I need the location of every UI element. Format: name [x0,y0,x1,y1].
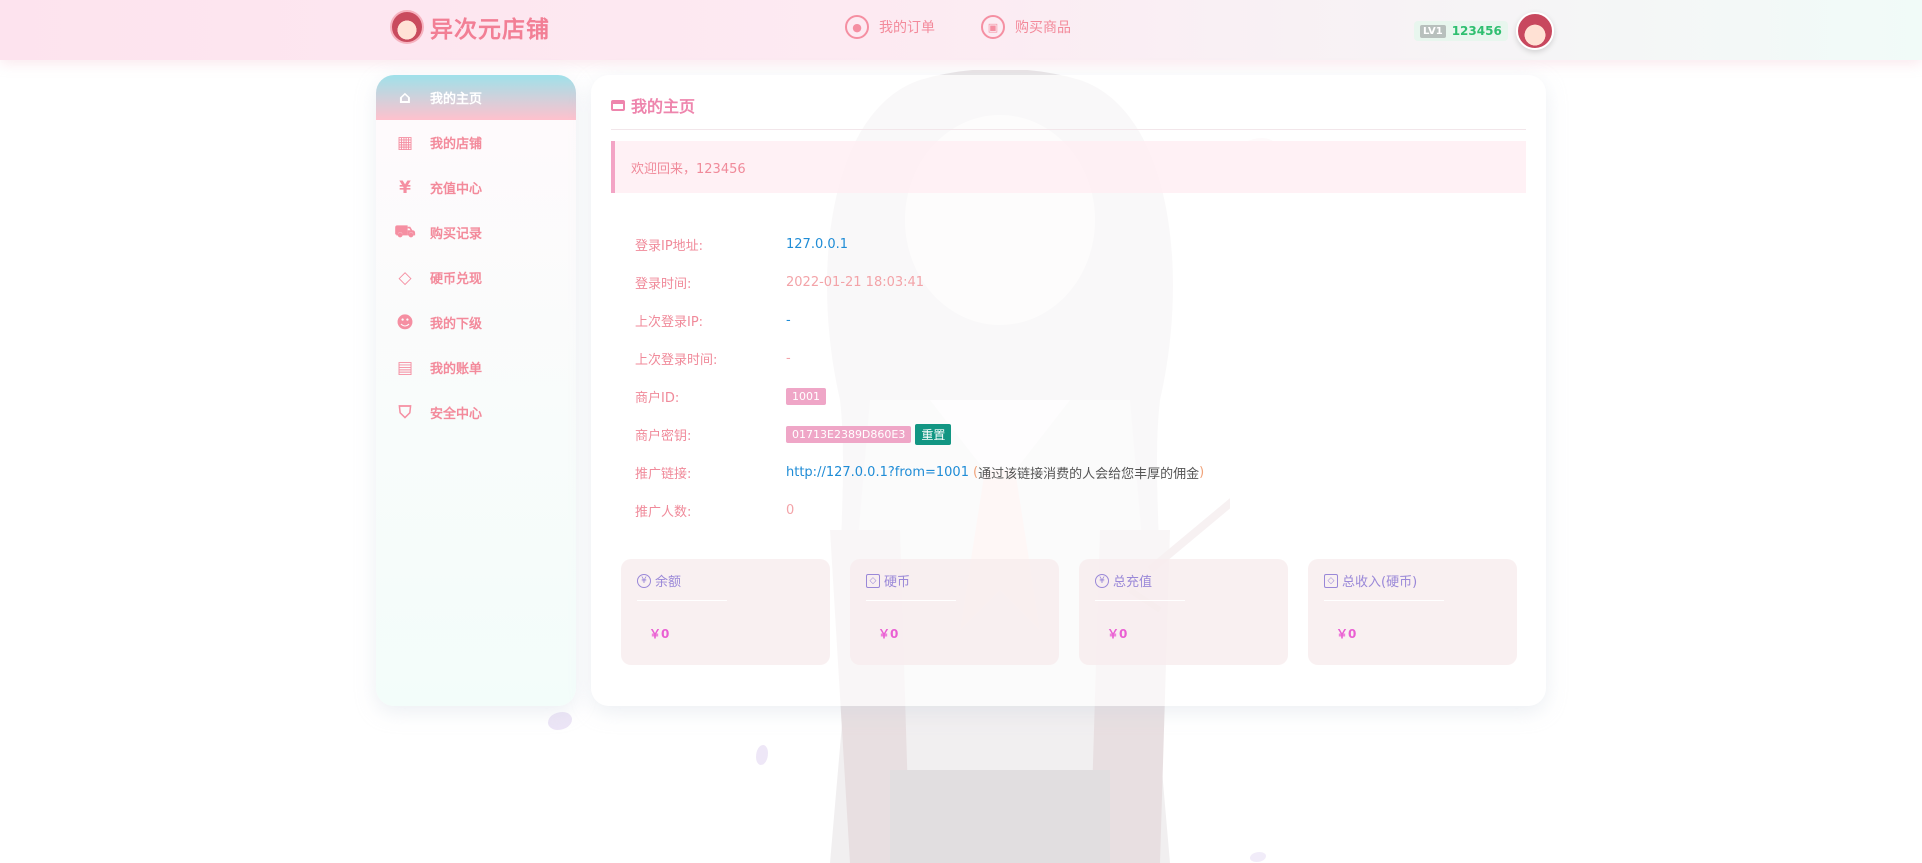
merchant-id-badge: 1001 [786,387,826,405]
info-row-last-ip: 上次登录IP: - [635,301,1204,339]
stat-card-coins: ◇ 硬币 ￥0 [850,559,1059,665]
last-ip-label: 上次登录IP: [635,314,704,330]
user-name: 123456 [1451,24,1502,38]
brand-title: 异次元店铺 [430,17,550,43]
account-info: 登录IP地址: 127.0.0.1 登录时间: 2022-01-21 18:03… [635,225,1204,529]
petal-decoration [756,745,768,765]
user-badge: LV1 123456 [1414,21,1508,41]
info-row-merchant-key: 商户密钥: 01713E2389D860E3 重置 [635,415,1204,453]
login-time-value: 2022-01-21 18:03:41 [786,274,925,290]
user-level-badge: LV1 [1420,24,1446,38]
sidebar-item-label: 我的店铺 [430,137,483,152]
info-row-last-time: 上次登录时间: - [635,339,1204,377]
last-ip-value: - [786,312,791,328]
sidebar-item-subordinates[interactable]: ☻ 我的下级 [376,300,576,345]
info-row-login-time: 登录时间: 2022-01-21 18:03:41 [635,263,1204,301]
shop-icon: ▣ [981,15,1005,39]
nav-buy-goods[interactable]: ▣ 购买商品 [981,15,1071,39]
sidebar-item-bills[interactable]: ▤ 我的账单 [376,345,576,390]
login-time-label: 登录时间: [635,276,692,292]
stat-header: ◇ 硬币 [866,571,956,601]
page-title: 我的主页 [611,93,695,117]
stat-card-total-income: ◇ 总收入(硬币) ￥0 [1308,559,1517,665]
stat-label: 总收入(硬币) [1342,575,1418,590]
stat-header: ◇ 总收入(硬币) [1324,571,1444,601]
promo-link-label: 推广链接: [635,466,692,482]
shield-icon: ⛉ [398,402,412,423]
reset-key-button[interactable]: 重置 [915,423,952,445]
top-header: 异次元店铺 ● 我的订单 ▣ 购买商品 LV1 123456 [0,0,1922,60]
diamond-icon: ◇ [866,573,880,588]
stat-value: ￥0 [649,627,670,641]
login-ip-label: 登录IP地址: [635,238,704,254]
promo-note: 通过该链接消费的人会给您丰厚的佣金 [978,466,1200,482]
yen-icon: ¥ [637,573,651,588]
stat-label: 总充值 [1113,575,1153,590]
sidebar-item-label: 硬币兑现 [430,272,483,287]
title-divider [611,129,1526,130]
sidebar-item-label: 我的账单 [430,362,483,377]
diamond-icon: ◇ [398,267,412,288]
user-icon: ☻ [396,312,414,333]
stat-header: ¥ 总充值 [1095,571,1185,601]
stat-label: 硬币 [884,575,911,590]
nav-buy-goods-label: 购买商品 [1015,20,1071,36]
nav-my-orders-label: 我的订单 [879,20,935,36]
last-time-value: - [786,350,791,366]
sidebar-item-label: 我的下级 [430,317,483,332]
main-card: 我的主页 欢迎回来，123456 登录IP地址: 127.0.0.1 登录时间:… [591,75,1546,706]
info-row-merchant-id: 商户ID: 1001 [635,377,1204,415]
sidebar-item-my-store[interactable]: ▦ 我的店铺 [376,120,576,165]
brand-avatar-icon [390,10,424,44]
info-row-promo-link: 推广链接: http://127.0.0.1?from=1001 (通过该链接消… [635,453,1204,491]
avatar[interactable] [1515,12,1554,50]
order-icon: ● [845,15,869,39]
petal-decoration [1250,852,1266,862]
stat-label: 余额 [655,575,682,590]
last-time-label: 上次登录时间: [635,352,718,368]
sidebar-item-label: 购买记录 [430,227,483,242]
stat-value: ￥0 [1107,627,1128,641]
stat-card-balance: ¥ 余额 ￥0 [621,559,830,665]
cart-icon: ⛟ [394,221,416,242]
promo-count-label: 推广人数: [635,504,692,520]
sidebar-item-label: 充值中心 [430,182,483,197]
sidebar-item-home[interactable]: ⌂ 我的主页 [376,75,576,120]
welcome-banner: 欢迎回来，123456 [611,141,1526,193]
clipboard-icon: ▤ [396,357,414,378]
stat-card-total-recharge: ¥ 总充值 ￥0 [1079,559,1288,665]
yen-circle-icon: ¥ [399,177,411,198]
login-ip-value: 127.0.0.1 [786,236,849,252]
yen-icon: ¥ [1095,573,1109,588]
sidebar-item-coin-cashout[interactable]: ◇ 硬币兑现 [376,255,576,300]
info-row-promo-count: 推广人数: 0 [635,491,1204,529]
stat-value: ￥0 [1336,627,1357,641]
stat-header: ¥ 余额 [637,571,727,601]
brand-logo[interactable]: 异次元店铺 [390,10,550,44]
promo-link[interactable]: http://127.0.0.1?from=1001 [786,465,969,480]
user-info[interactable]: LV1 123456 [1414,12,1554,50]
merchant-key-badge: 01713E2389D860E3 [786,425,912,443]
window-icon [611,99,625,111]
info-row-login-ip: 登录IP地址: 127.0.0.1 [635,225,1204,263]
nav-my-orders[interactable]: ● 我的订单 [845,15,935,39]
sidebar-item-label: 安全中心 [430,407,483,422]
merchant-key-label: 商户密钥: [635,428,692,444]
page-title-text: 我的主页 [631,97,696,116]
store-grid-icon: ▦ [396,132,414,153]
sidebar-item-purchase-records[interactable]: ⛟ 购买记录 [376,210,576,255]
stats-row: ¥ 余额 ￥0 ◇ 硬币 ￥0 ¥ 总充值 ￥0 ◇ 总收入(硬币) ￥0 [621,559,1517,665]
top-nav: ● 我的订单 ▣ 购买商品 [845,15,1071,39]
home-icon: ⌂ [398,87,412,108]
sidebar-item-recharge[interactable]: ¥ 充值中心 [376,165,576,210]
petal-decoration [548,712,572,730]
merchant-id-label: 商户ID: [635,390,680,406]
sidebar: ⌂ 我的主页 ▦ 我的店铺 ¥ 充值中心 ⛟ 购买记录 ◇ 硬币兑现 ☻ 我的下… [376,75,576,706]
stat-value: ￥0 [878,627,899,641]
sidebar-item-label: 我的主页 [430,92,483,107]
promo-note-close: ) [1199,464,1205,480]
sidebar-item-security[interactable]: ⛉ 安全中心 [376,390,576,435]
promo-count-value: 0 [786,502,795,518]
diamond-icon: ◇ [1324,573,1338,588]
